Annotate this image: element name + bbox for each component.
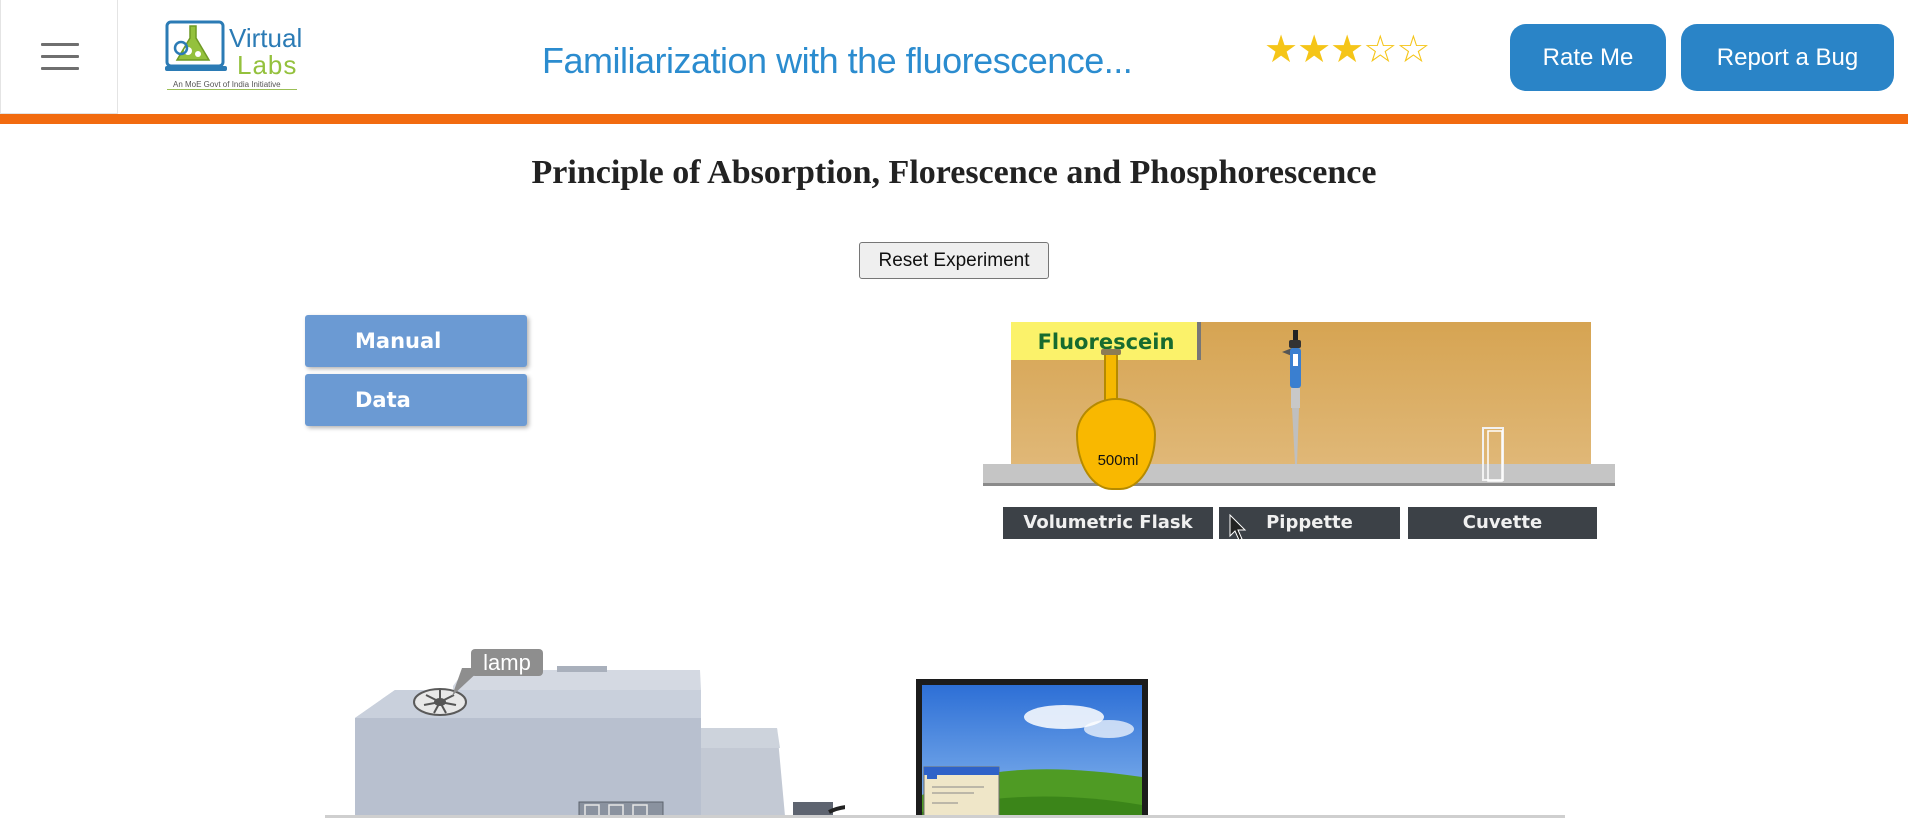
- data-button[interactable]: Data: [305, 374, 527, 426]
- star-filled-icon[interactable]: ★: [1264, 30, 1298, 70]
- computer-monitor-icon[interactable]: [914, 677, 1154, 818]
- logo-divider: [167, 89, 297, 90]
- report-bug-button[interactable]: Report a Bug: [1681, 24, 1894, 91]
- mouse-cursor-icon: [1229, 514, 1247, 541]
- star-rating[interactable]: ★★★☆☆: [1264, 30, 1430, 70]
- star-empty-icon[interactable]: ☆: [1363, 30, 1397, 70]
- hamburger-menu-button[interactable]: [0, 0, 118, 114]
- star-empty-icon[interactable]: ☆: [1396, 30, 1430, 70]
- header-accent-bar: [0, 114, 1908, 124]
- flask-volume-label: 500ml: [1097, 452, 1139, 469]
- volumetric-flask-neck[interactable]: [1104, 350, 1118, 404]
- rate-me-button[interactable]: Rate Me: [1510, 24, 1666, 91]
- menu-line: [41, 43, 79, 46]
- tray-label-cuvette[interactable]: Cuvette: [1408, 507, 1597, 539]
- apparatus-shelf: Fluorescein 500ml Volumetric Flask Pippe…: [983, 322, 1615, 542]
- site-header: Virtual Labs An MoE Govt of India Initia…: [0, 0, 1908, 114]
- page-title: Principle of Absorption, Florescence and…: [531, 154, 1377, 191]
- tray-label-volumetric-flask[interactable]: Volumetric Flask: [1003, 507, 1213, 539]
- flask-laptop-logo-icon: [165, 20, 227, 71]
- volumetric-flask-stopper: [1101, 349, 1121, 355]
- logo-tagline: An MoE Govt of India Initiative: [173, 80, 281, 89]
- manual-button[interactable]: Manual: [305, 315, 527, 367]
- star-filled-icon[interactable]: ★: [1297, 30, 1331, 70]
- reset-experiment-button[interactable]: Reset Experiment: [859, 242, 1049, 279]
- star-filled-icon[interactable]: ★: [1330, 30, 1364, 70]
- fluorimeter-instrument[interactable]: [325, 658, 845, 818]
- pipette-icon[interactable]: [1278, 330, 1314, 470]
- cuvette-icon[interactable]: [1480, 425, 1510, 485]
- lamp-callout-label: lamp: [471, 649, 543, 676]
- menu-line: [41, 67, 79, 70]
- logo-text-labs: Labs: [237, 50, 298, 80]
- virtual-labs-logo[interactable]: Virtual Labs An MoE Govt of India Initia…: [165, 18, 302, 94]
- menu-line: [41, 55, 79, 58]
- experiment-title: Familiarization with the fluorescence...: [542, 40, 1133, 81]
